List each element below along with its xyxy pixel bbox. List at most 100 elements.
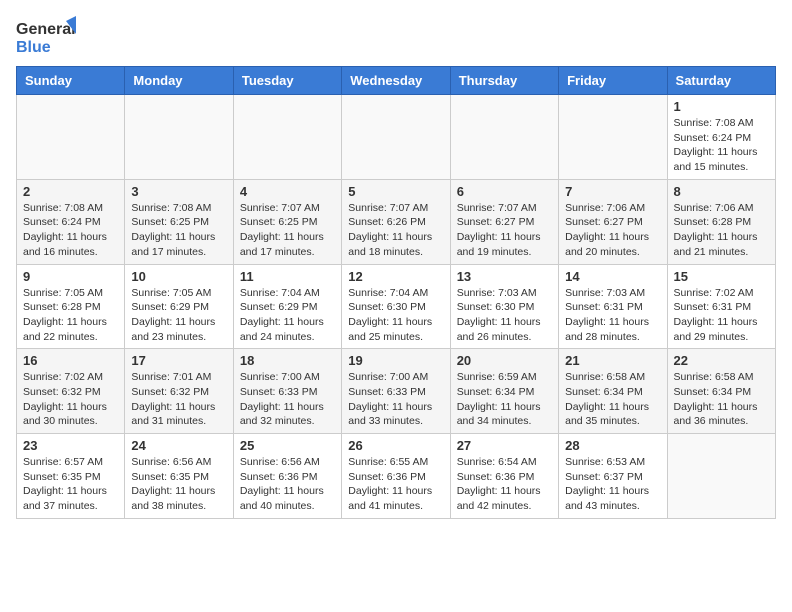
day-info: Sunrise: 7:03 AM Sunset: 6:31 PM Dayligh… <box>565 286 660 345</box>
calendar-day-cell: 26 Sunrise: 6:55 AM Sunset: 6:36 PM Dayli… <box>342 434 450 519</box>
weekday-header: Friday <box>559 67 667 95</box>
calendar-week-row: 2 Sunrise: 7:08 AM Sunset: 6:24 PM Daylig… <box>17 179 776 264</box>
calendar-week-row: 9 Sunrise: 7:05 AM Sunset: 6:28 PM Daylig… <box>17 264 776 349</box>
weekday-header: Saturday <box>667 67 775 95</box>
calendar-day-cell: 11Sunrise: 7:04 AM Sunset: 6:29 PM Dayli… <box>233 264 341 349</box>
calendar-day-cell: 24 Sunrise: 6:56 AM Sunset: 6:35 PM Dayli… <box>125 434 233 519</box>
day-info: Sunrise: 6:54 AM Sunset: 6:36 PM Dayligh… <box>457 455 552 514</box>
calendar-day-cell: 22 Sunrise: 6:58 AM Sunset: 6:34 PM Dayli… <box>667 349 775 434</box>
calendar-day-cell <box>559 95 667 180</box>
day-info: Sunrise: 7:01 AM Sunset: 6:32 PM Dayligh… <box>131 370 226 429</box>
calendar-day-cell <box>233 95 341 180</box>
day-info: Sunrise: 7:08 AM Sunset: 6:24 PM Dayligh… <box>674 116 769 175</box>
day-info: Sunrise: 6:58 AM Sunset: 6:34 PM Dayligh… <box>565 370 660 429</box>
day-info: Sunrise: 7:07 AM Sunset: 6:26 PM Dayligh… <box>348 201 443 260</box>
day-info: Sunrise: 6:55 AM Sunset: 6:36 PM Dayligh… <box>348 455 443 514</box>
calendar-day-cell: 2 Sunrise: 7:08 AM Sunset: 6:24 PM Daylig… <box>17 179 125 264</box>
calendar-day-cell <box>17 95 125 180</box>
day-number: 1 <box>674 99 769 114</box>
calendar-week-row: 1 Sunrise: 7:08 AM Sunset: 6:24 PM Daylig… <box>17 95 776 180</box>
day-number: 15 <box>674 269 769 284</box>
day-number: 26 <box>348 438 443 453</box>
calendar-day-cell <box>450 95 558 180</box>
day-info: Sunrise: 7:08 AM Sunset: 6:25 PM Dayligh… <box>131 201 226 260</box>
calendar-day-cell: 9 Sunrise: 7:05 AM Sunset: 6:28 PM Daylig… <box>17 264 125 349</box>
calendar-day-cell: 16Sunrise: 7:02 AM Sunset: 6:32 PM Dayli… <box>17 349 125 434</box>
day-info: Sunrise: 7:06 AM Sunset: 6:27 PM Dayligh… <box>565 201 660 260</box>
day-number: 28 <box>565 438 660 453</box>
weekday-header: Tuesday <box>233 67 341 95</box>
calendar-day-cell: 28 Sunrise: 6:53 AM Sunset: 6:37 PM Dayli… <box>559 434 667 519</box>
day-info: Sunrise: 7:00 AM Sunset: 6:33 PM Dayligh… <box>348 370 443 429</box>
day-number: 2 <box>23 184 118 199</box>
calendar-day-cell: 17 Sunrise: 7:01 AM Sunset: 6:32 PM Dayli… <box>125 349 233 434</box>
day-info: Sunrise: 7:07 AM Sunset: 6:27 PM Dayligh… <box>457 201 552 260</box>
calendar-day-cell: 18Sunrise: 7:00 AM Sunset: 6:33 PM Dayli… <box>233 349 341 434</box>
calendar-table: SundayMondayTuesdayWednesdayThursdayFrid… <box>16 66 776 519</box>
day-info: Sunrise: 7:03 AM Sunset: 6:30 PM Dayligh… <box>457 286 552 345</box>
day-number: 17 <box>131 353 226 368</box>
day-info: Sunrise: 7:05 AM Sunset: 6:28 PM Dayligh… <box>23 286 118 345</box>
day-number: 10 <box>131 269 226 284</box>
day-info: Sunrise: 6:58 AM Sunset: 6:34 PM Dayligh… <box>674 370 769 429</box>
calendar-week-row: 23 Sunrise: 6:57 AM Sunset: 6:35 PM Dayli… <box>17 434 776 519</box>
calendar-day-cell: 19 Sunrise: 7:00 AM Sunset: 6:33 PM Dayli… <box>342 349 450 434</box>
day-number: 7 <box>565 184 660 199</box>
day-info: Sunrise: 7:06 AM Sunset: 6:28 PM Dayligh… <box>674 201 769 260</box>
weekday-header: Thursday <box>450 67 558 95</box>
calendar-day-cell: 4 Sunrise: 7:07 AM Sunset: 6:25 PM Daylig… <box>233 179 341 264</box>
calendar-day-cell: 7 Sunrise: 7:06 AM Sunset: 6:27 PM Daylig… <box>559 179 667 264</box>
day-info: Sunrise: 6:56 AM Sunset: 6:35 PM Dayligh… <box>131 455 226 514</box>
svg-text:Blue: Blue <box>16 39 51 56</box>
day-number: 24 <box>131 438 226 453</box>
calendar-day-cell: 23 Sunrise: 6:57 AM Sunset: 6:35 PM Dayli… <box>17 434 125 519</box>
weekday-header: Wednesday <box>342 67 450 95</box>
day-info: Sunrise: 7:02 AM Sunset: 6:32 PM Dayligh… <box>23 370 118 429</box>
day-info: Sunrise: 7:08 AM Sunset: 6:24 PM Dayligh… <box>23 201 118 260</box>
calendar-header-row: SundayMondayTuesdayWednesdayThursdayFrid… <box>17 67 776 95</box>
weekday-header: Sunday <box>17 67 125 95</box>
calendar-day-cell: 3 Sunrise: 7:08 AM Sunset: 6:25 PM Daylig… <box>125 179 233 264</box>
calendar-day-cell <box>125 95 233 180</box>
day-number: 14 <box>565 269 660 284</box>
day-info: Sunrise: 7:07 AM Sunset: 6:25 PM Dayligh… <box>240 201 335 260</box>
day-info: Sunrise: 6:57 AM Sunset: 6:35 PM Dayligh… <box>23 455 118 514</box>
day-number: 4 <box>240 184 335 199</box>
calendar-day-cell: 27 Sunrise: 6:54 AM Sunset: 6:36 PM Dayli… <box>450 434 558 519</box>
calendar-day-cell: 13 Sunrise: 7:03 AM Sunset: 6:30 PM Dayli… <box>450 264 558 349</box>
day-info: Sunrise: 6:59 AM Sunset: 6:34 PM Dayligh… <box>457 370 552 429</box>
calendar-day-cell: 20Sunrise: 6:59 AM Sunset: 6:34 PM Dayli… <box>450 349 558 434</box>
day-number: 27 <box>457 438 552 453</box>
day-info: Sunrise: 7:05 AM Sunset: 6:29 PM Dayligh… <box>131 286 226 345</box>
day-number: 22 <box>674 353 769 368</box>
day-number: 9 <box>23 269 118 284</box>
calendar-day-cell <box>667 434 775 519</box>
calendar-day-cell: 25 Sunrise: 6:56 AM Sunset: 6:36 PM Dayli… <box>233 434 341 519</box>
day-info: Sunrise: 7:04 AM Sunset: 6:29 PM Dayligh… <box>240 286 335 345</box>
weekday-header: Monday <box>125 67 233 95</box>
day-info: Sunrise: 7:00 AM Sunset: 6:33 PM Dayligh… <box>240 370 335 429</box>
logo-svg: GeneralBlue <box>16 16 76 56</box>
day-info: Sunrise: 7:04 AM Sunset: 6:30 PM Dayligh… <box>348 286 443 345</box>
day-number: 13 <box>457 269 552 284</box>
day-number: 25 <box>240 438 335 453</box>
calendar-day-cell: 1 Sunrise: 7:08 AM Sunset: 6:24 PM Daylig… <box>667 95 775 180</box>
calendar-day-cell: 15 Sunrise: 7:02 AM Sunset: 6:31 PM Dayli… <box>667 264 775 349</box>
day-number: 6 <box>457 184 552 199</box>
calendar-day-cell: 12 Sunrise: 7:04 AM Sunset: 6:30 PM Dayli… <box>342 264 450 349</box>
day-number: 23 <box>23 438 118 453</box>
day-number: 8 <box>674 184 769 199</box>
logo: GeneralBlue <box>16 16 76 56</box>
day-info: Sunrise: 7:02 AM Sunset: 6:31 PM Dayligh… <box>674 286 769 345</box>
day-number: 5 <box>348 184 443 199</box>
day-number: 19 <box>348 353 443 368</box>
calendar-day-cell: 6 Sunrise: 7:07 AM Sunset: 6:27 PM Daylig… <box>450 179 558 264</box>
day-info: Sunrise: 6:53 AM Sunset: 6:37 PM Dayligh… <box>565 455 660 514</box>
calendar-day-cell: 5 Sunrise: 7:07 AM Sunset: 6:26 PM Daylig… <box>342 179 450 264</box>
day-number: 21 <box>565 353 660 368</box>
calendar-day-cell: 10 Sunrise: 7:05 AM Sunset: 6:29 PM Dayli… <box>125 264 233 349</box>
day-number: 3 <box>131 184 226 199</box>
day-info: Sunrise: 6:56 AM Sunset: 6:36 PM Dayligh… <box>240 455 335 514</box>
day-number: 12 <box>348 269 443 284</box>
calendar-day-cell <box>342 95 450 180</box>
